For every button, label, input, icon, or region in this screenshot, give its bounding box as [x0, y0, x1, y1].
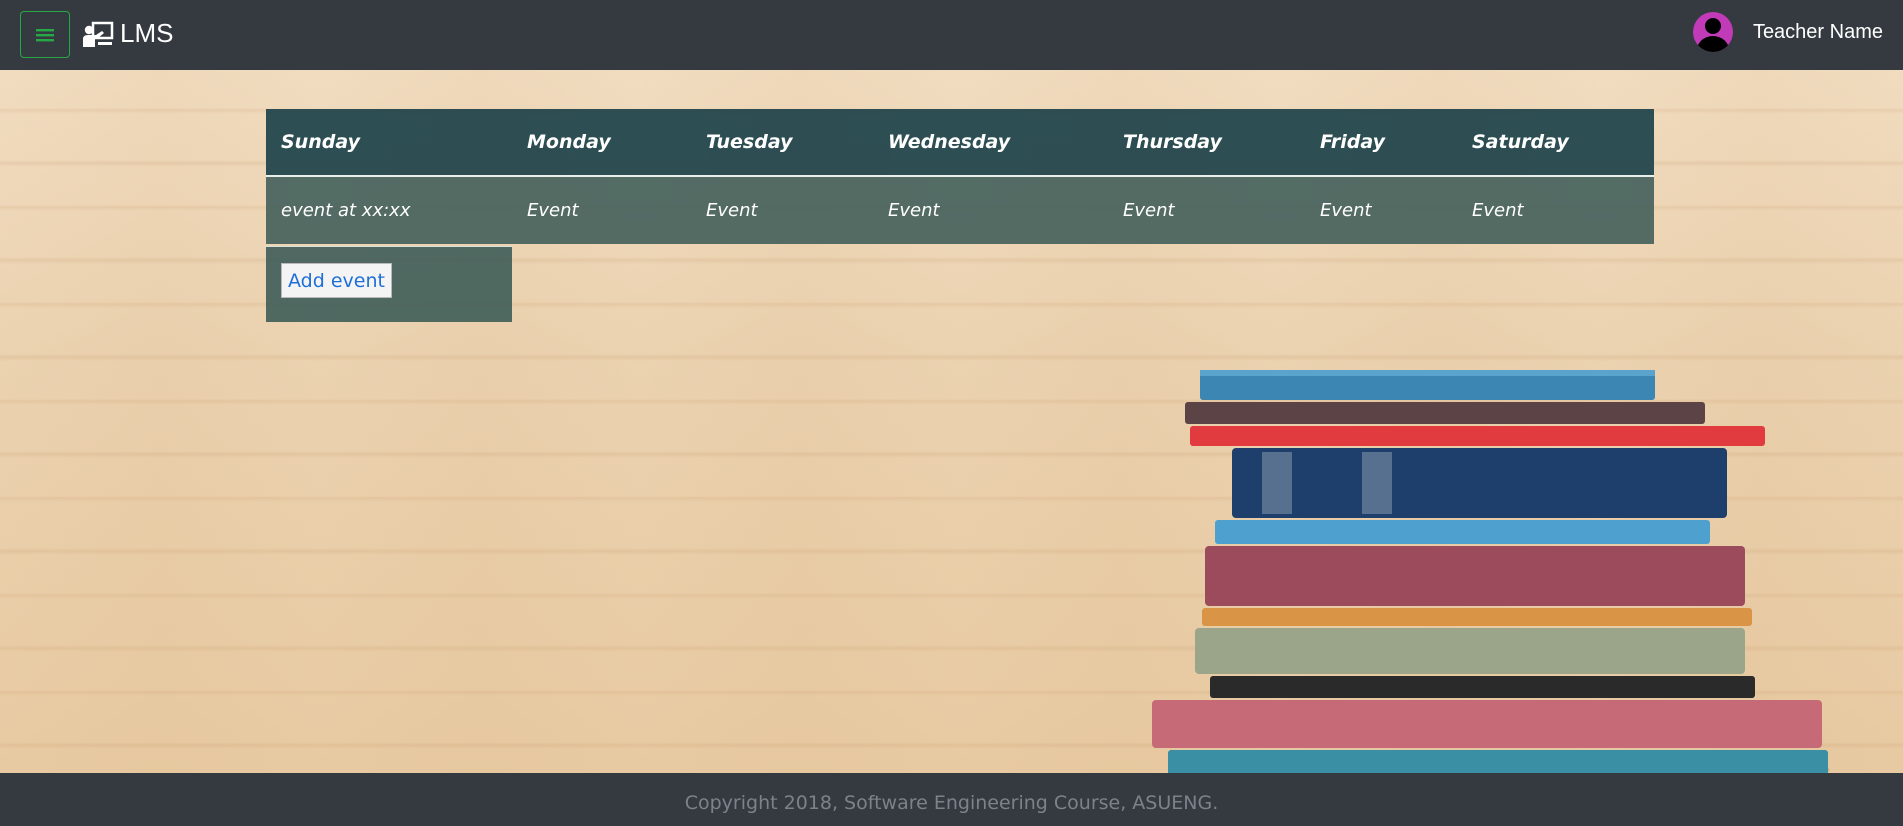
schedule-event-row: event at xx:xx Event Event Event Event E…	[266, 176, 1654, 244]
day-header-saturday: Saturday	[1472, 131, 1569, 153]
add-event-cell: Add event	[266, 246, 512, 322]
day-header-tuesday: Tuesday	[706, 131, 793, 153]
event-cell-saturday[interactable]: Event	[1457, 176, 1654, 244]
day-header-friday: Friday	[1320, 131, 1385, 153]
event-cell-thursday[interactable]: Event	[1108, 176, 1305, 244]
day-header-thursday: Thursday	[1123, 131, 1222, 153]
brand-link[interactable]: LMS	[82, 18, 173, 49]
page-footer: Copyright 2018, Software Engineering Cou…	[0, 773, 1903, 826]
event-cell-friday[interactable]: Event	[1305, 176, 1457, 244]
event-cell-sunday[interactable]: event at xx:xx	[266, 176, 512, 244]
weekly-schedule-table: Sunday Monday Tuesday Wednesday Thursday…	[266, 109, 1654, 244]
event-cell-monday[interactable]: Event	[512, 176, 691, 244]
day-header-monday: Monday	[527, 131, 611, 153]
user-avatar-icon	[1692, 12, 1733, 52]
event-cell-tuesday[interactable]: Event	[691, 176, 873, 244]
day-header-sunday: Sunday	[281, 131, 360, 153]
main-content: Sunday Monday Tuesday Wednesday Thursday…	[0, 70, 1903, 773]
schedule-header-row: Sunday Monday Tuesday Wednesday Thursday…	[266, 109, 1654, 176]
event-cell-wednesday[interactable]: Event	[873, 176, 1108, 244]
book-stack-image	[1140, 360, 1840, 773]
teacher-board-icon	[83, 21, 114, 47]
top-navbar: LMS Teacher Name	[0, 0, 1903, 70]
copyright-text: Copyright 2018, Software Engineering Cou…	[684, 791, 1219, 814]
brand-title: LMS	[120, 18, 174, 48]
user-menu[interactable]: Teacher Name	[1692, 12, 1883, 52]
user-name: Teacher Name	[1752, 20, 1883, 43]
add-event-button[interactable]: Add event	[281, 263, 392, 298]
hamburger-icon	[36, 28, 54, 41]
day-header-wednesday: Wednesday	[888, 131, 1011, 153]
menu-toggle-button[interactable]	[20, 11, 70, 58]
